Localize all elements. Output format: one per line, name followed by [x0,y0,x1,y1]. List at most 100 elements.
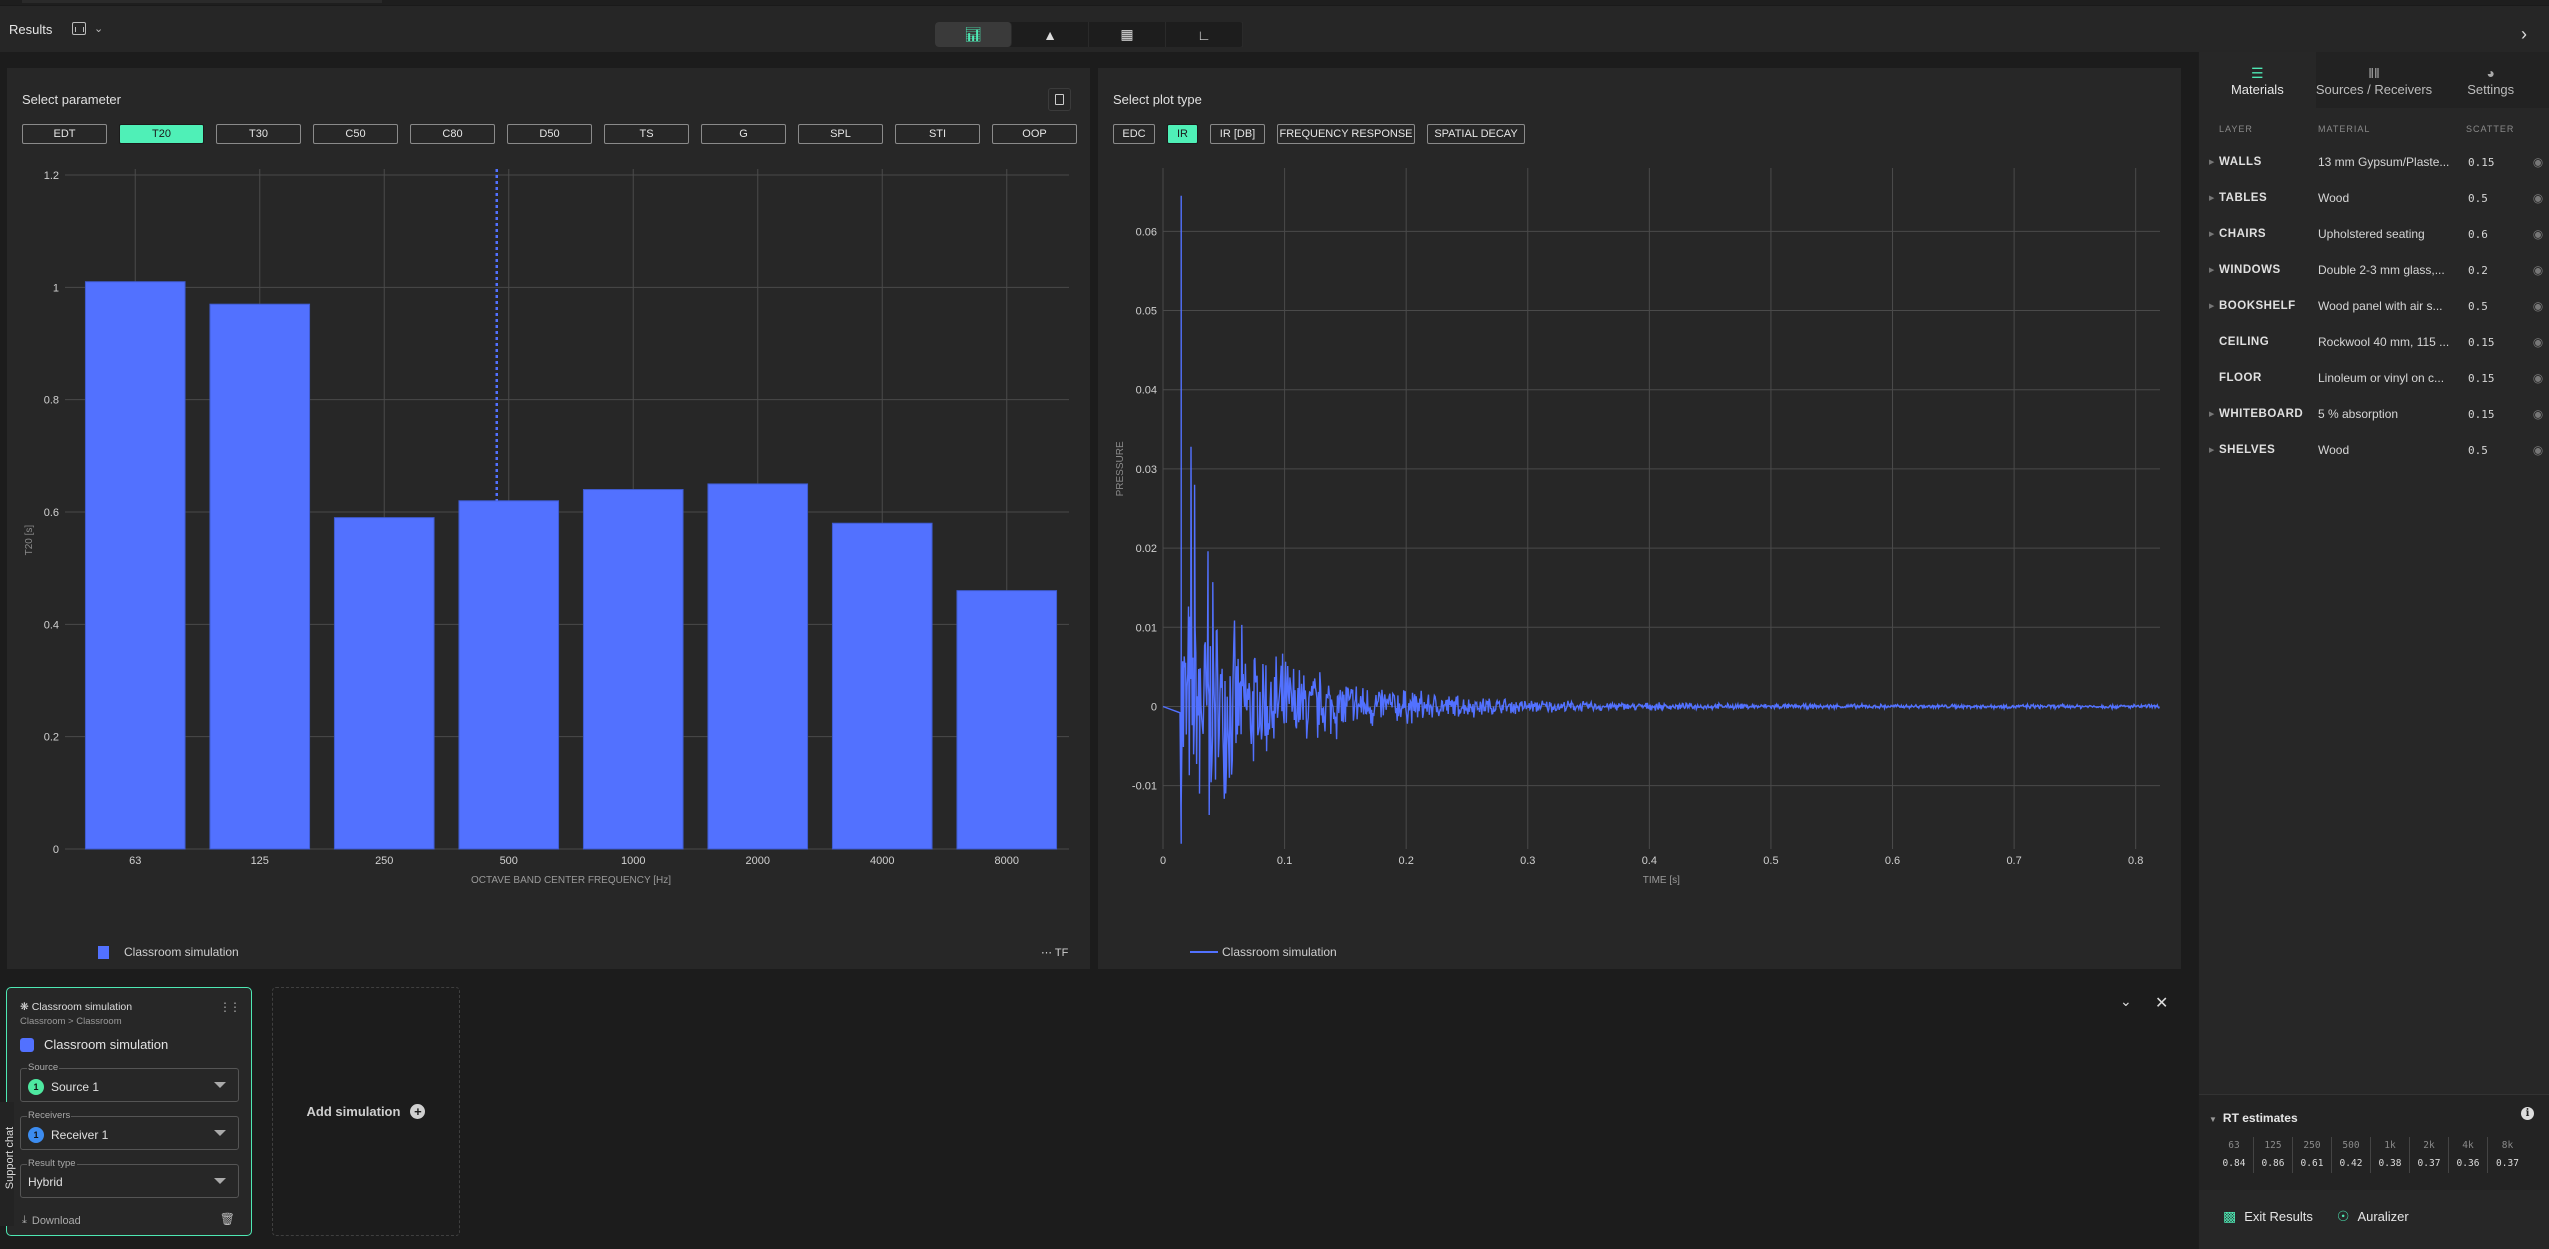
expand-arrow-icon[interactable]: ▶ [2199,266,2219,274]
parameter-button-c50[interactable]: C50 [313,124,398,144]
material-row-walls[interactable]: ▶ WALLS 13 mm Gypsum/Plaste... 0.15 ◉ [2199,144,2549,180]
rt-estimates-grid: 63 0.84 125 0.86 250 0.61 500 0.42 1k 0.38 2k 0.37 4… [2215,1137,2527,1173]
eye-icon[interactable]: ◉ [2528,227,2548,241]
expand-arrow-icon[interactable]: ▶ [2199,302,2219,310]
tab-results-view[interactable]: 📊︎ [935,22,1012,47]
parameter-button-g[interactable]: G [701,124,786,144]
exit-results-button[interactable]: ▩ Exit Results [2223,1208,2313,1225]
parameter-button-c80[interactable]: C80 [410,124,495,144]
scatter-value[interactable]: 0.15 [2466,372,2528,385]
material-row-ceiling[interactable]: CEILING Rockwool 40 mm, 115 ... 0.15 ◉ [2199,324,2549,360]
material-name[interactable]: Wood [2318,191,2466,205]
tab-model-view[interactable]: ▲ [1012,22,1089,47]
material-row-bookshelf[interactable]: ▶ BOOKSHELF Wood panel with air s... 0.5 ◉ [2199,288,2549,324]
eye-icon[interactable]: ◉ [2528,191,2548,205]
material-name[interactable]: Wood panel with air s... [2318,299,2466,313]
tab-settings[interactable]: ◕ Settings [2432,52,2549,108]
material-name[interactable]: 13 mm Gypsum/Plaste... [2318,155,2466,169]
plot-type-spatial-decay[interactable]: SPATIAL DECAY [1427,124,1525,144]
parameter-button-t30[interactable]: T30 [216,124,301,144]
chevron-down-icon[interactable]: ⌄ [2120,993,2132,1010]
tab-graph-view[interactable]: ∟ [1166,22,1243,47]
plot-type-ir-db[interactable]: IR [DB] [1210,124,1265,144]
plot-type-ir[interactable]: IR [1167,124,1198,144]
eye-icon[interactable]: ◉ [2528,407,2548,421]
layout-icon[interactable] [72,22,86,35]
rt-band-4k: 4k 0.36 [2449,1137,2488,1173]
expand-arrow-icon[interactable]: ▶ [2199,446,2219,454]
parameter-button-spl[interactable]: SPL [798,124,883,144]
eye-icon[interactable]: ◉ [2528,155,2548,169]
info-icon[interactable]: i [2521,1107,2534,1120]
scatter-value[interactable]: 0.15 [2466,156,2528,169]
material-name[interactable]: 5 % absorption [2318,407,2466,421]
parameter-button-sti[interactable]: STI [895,124,980,144]
x-tick-label: 0.5 [1763,855,1778,867]
material-row-whiteboard[interactable]: ▶ WHITEBOARD 5 % absorption 0.15 ◉ [2199,396,2549,432]
bar-8000 [956,590,1058,850]
material-row-shelves[interactable]: ▶ SHELVES Wood 0.5 ◉ [2199,432,2549,468]
parameter-button-d50[interactable]: D50 [507,124,592,144]
scatter-value[interactable]: 0.5 [2466,444,2528,457]
parameter-button-edt[interactable]: EDT [22,124,107,144]
chevron-right-icon[interactable]: › [2521,24,2527,45]
eye-icon[interactable]: ◉ [2528,443,2548,457]
y-tick-label: 0.05 [1136,306,1157,318]
plot-type-frequency-response[interactable]: FREQUENCY RESPONSE [1277,124,1415,144]
eye-icon[interactable]: ◉ [2528,335,2548,349]
parameter-button-t20[interactable]: T20 [119,124,204,144]
scatter-value[interactable]: 0.6 [2466,228,2528,241]
trash-icon[interactable]: 🗑︎ [220,1212,235,1226]
material-row-chairs[interactable]: ▶ CHAIRS Upholstered seating 0.6 ◉ [2199,216,2549,252]
material-row-windows[interactable]: ▶ WINDOWS Double 2-3 mm glass,... 0.2 ◉ [2199,252,2549,288]
expand-arrow-icon[interactable]: ▶ [2199,194,2219,202]
scatter-value[interactable]: 0.2 [2466,264,2528,277]
auralizer-button[interactable]: ☉ Auralizer [2337,1208,2409,1225]
support-chat-button[interactable]: Support chat [0,1102,16,1226]
source-label: Source [27,1062,60,1073]
receivers-select[interactable]: Receivers 1 Receiver 1 [20,1110,239,1150]
material-name[interactable]: Upholstered seating [2318,227,2466,241]
drag-handle-icon[interactable]: ⋮⋮ [219,1000,241,1014]
copy-button[interactable] [1048,88,1071,111]
plot-panel: Select plot type EDC IR IR [DB] FREQUENCY R… [1098,68,2181,969]
download-button[interactable]: ⤓ Download [22,1214,81,1227]
plot-type-edc[interactable]: EDC [1113,124,1155,144]
result-type-select[interactable]: Result type Hybrid [20,1158,239,1198]
material-name[interactable]: Rockwool 40 mm, 115 ... [2318,335,2466,349]
expand-arrow-icon[interactable]: ▶ [2199,158,2219,166]
material-name[interactable]: Wood [2318,443,2466,457]
legend-label[interactable]: Classroom simulation [1222,945,1337,959]
material-name[interactable]: Linoleum or vinyl on c... [2318,371,2466,385]
eye-icon[interactable]: ◉ [2528,299,2548,313]
material-row-tables[interactable]: ▶ TABLES Wood 0.5 ◉ [2199,180,2549,216]
rt-estimates-toggle[interactable]: ▼ RT estimates [2209,1111,2298,1125]
material-name[interactable]: Double 2-3 mm glass,... [2318,263,2466,277]
material-row-floor[interactable]: FLOOR Linoleum or vinyl on c... 0.15 ◉ [2199,360,2549,396]
expand-arrow-icon[interactable]: ▶ [2199,230,2219,238]
chevron-down-icon[interactable]: ⌄ [94,22,103,35]
eye-icon[interactable]: ◉ [2528,371,2548,385]
tab-floorplan-view[interactable]: ▦ [1089,22,1166,47]
scatter-value[interactable]: 0.15 [2466,336,2528,349]
tf-toggle[interactable]: ⋯ TF [1041,946,1068,959]
scatter-value[interactable]: 0.15 [2466,408,2528,421]
parameter-button-ts[interactable]: TS [604,124,689,144]
expand-arrow-icon[interactable]: ▶ [2199,410,2219,418]
eye-icon[interactable]: ◉ [2528,263,2548,277]
tab-materials[interactable]: ☰ Materials [2199,52,2316,108]
color-swatch[interactable] [20,1037,34,1052]
simulation-card[interactable]: ❋ Classroom simulation Classroom > Class… [6,987,252,1236]
y-tick-label: 0.01 [1136,622,1157,634]
add-simulation-button[interactable]: Add simulation + [272,987,460,1236]
layer-name: WINDOWS [2219,264,2281,276]
scatter-value[interactable]: 0.5 [2466,300,2528,313]
close-icon[interactable]: ✕ [2155,993,2168,1013]
bar-500 [458,500,560,850]
scatter-value[interactable]: 0.5 [2466,192,2528,205]
legend-label[interactable]: Classroom simulation [124,945,239,959]
parameter-button-oop[interactable]: OOP [992,124,1077,144]
parameter-buttons: EDT T20 T30 C50 C80 D50 TS G SPL STI OOP [22,124,1089,144]
source-select[interactable]: Source 1 Source 1 [20,1062,239,1102]
tab-sources-receivers[interactable]: ‖‖ Sources / Receivers [2315,52,2433,108]
